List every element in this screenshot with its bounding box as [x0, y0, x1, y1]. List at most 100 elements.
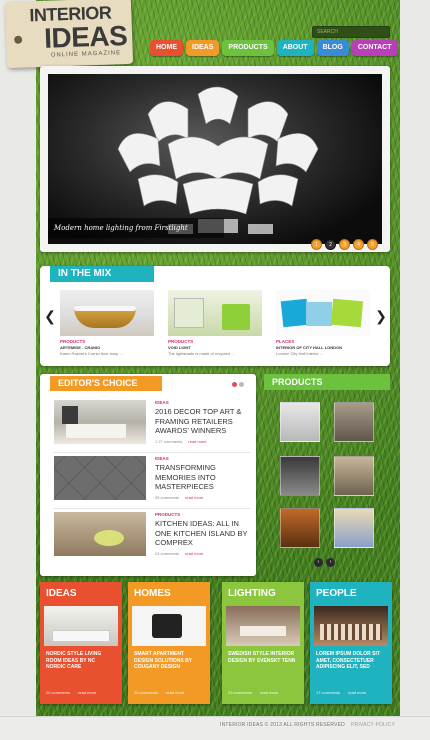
- hero-caption-text: Modern home lighting from Firstlight: [54, 224, 188, 232]
- card-text: SWEDISH STYLE INTERIOR DESIGN BY SVENSKT…: [228, 651, 296, 664]
- read-more-link[interactable]: read more: [185, 551, 203, 556]
- editors-item[interactable]: IDEAS TRANSFORMING MEMORIES INTO MASTERP…: [54, 456, 250, 506]
- editors-item-text: PRODUCTS KITCHEN IDEAS: ALL IN ONE KITCH…: [155, 512, 250, 556]
- main-nav: Home Ideas Products About Blog Contact: [150, 40, 398, 58]
- editors-item-title[interactable]: TRANSFORMING MEMORIES INTO MASTERPIECES: [155, 463, 250, 492]
- read-more-link[interactable]: read more: [185, 495, 203, 500]
- hero-caption: Modern home lighting from Firstlight: [48, 218, 224, 238]
- hero-slider: Modern home lighting from Firstlight 1 2…: [40, 66, 390, 252]
- comments-count[interactable]: 1 27 comments: [155, 439, 182, 444]
- comments-count[interactable]: 23 comments: [228, 690, 252, 695]
- search-input[interactable]: SEARCH: [312, 26, 390, 38]
- read-more-link[interactable]: read more: [348, 690, 366, 695]
- product-tile[interactable]: [334, 508, 374, 548]
- comments-count[interactable]: 35 comments: [155, 495, 179, 500]
- card-text: NORDIC STYLE LIVING ROOM IDEAS BY NC NOR…: [46, 651, 102, 670]
- product-tile[interactable]: [280, 508, 320, 548]
- site-logo[interactable]: INTERIOR IDEAS ONLINE MAGAZINE: [4, 0, 134, 69]
- mix-prev-arrow-icon[interactable]: ❮: [43, 309, 57, 323]
- footer: [0, 716, 430, 740]
- nav-home[interactable]: Home: [150, 40, 183, 56]
- read-more-link[interactable]: read more: [78, 690, 96, 695]
- kitchen-image: [54, 512, 146, 556]
- green-room-image: [168, 290, 262, 336]
- search-placeholder: SEARCH: [317, 29, 338, 35]
- bathtub-image: [60, 290, 154, 336]
- editors-item-title[interactable]: 2016 DECOR TOP ART & FRAMING RETAILERS A…: [155, 407, 250, 436]
- editors-item-text: IDEAS 2016 DECOR TOP ART & FRAMING RETAI…: [155, 400, 250, 444]
- pillows-image: [276, 290, 370, 336]
- slider-dot-2[interactable]: 2: [325, 239, 336, 250]
- read-more-link[interactable]: read more: [260, 690, 278, 695]
- editors-choice-title: EDITOR'S CHOICE: [50, 376, 162, 391]
- editors-item-text: IDEAS TRANSFORMING MEMORIES INTO MASTERP…: [155, 456, 250, 500]
- editors-item-category: IDEAS: [155, 400, 169, 405]
- nav-products[interactable]: Products: [222, 40, 274, 56]
- card-title: PEOPLE: [316, 588, 357, 599]
- mix-item-subtitle: ARTEMIDE - CRANIO: [60, 345, 101, 350]
- divider: [54, 508, 250, 509]
- product-tile[interactable]: [280, 456, 320, 496]
- slider-dot-1[interactable]: 1: [311, 239, 322, 250]
- mix-item[interactable]: PLACES INTERIOR OF CITY HALL LONDON Lond…: [276, 290, 370, 356]
- card-people[interactable]: PEOPLE LOREM IPSUM DOLOR SIT AMET, CONSE…: [310, 582, 392, 704]
- mix-item-desc: Karim Rashid's Cranio floor lamp ...: [60, 351, 123, 356]
- card-title: LIGHTING: [228, 588, 276, 599]
- mix-item-subtitle: INTERIOR OF CITY HALL LONDON: [276, 345, 343, 350]
- products-prev-icon[interactable]: ‹: [314, 558, 323, 567]
- mix-item[interactable]: PRODUCTS VOID LIGHT The lightshade is ma…: [168, 290, 262, 356]
- nav-blog[interactable]: Blog: [316, 40, 349, 56]
- bedroom-image: [54, 400, 146, 444]
- logo-tagline: ONLINE MAGAZINE: [50, 50, 122, 59]
- product-tile[interactable]: [334, 402, 374, 442]
- comments-count[interactable]: 24 comments: [155, 551, 179, 556]
- editors-dot-1[interactable]: [232, 382, 237, 387]
- comments-count[interactable]: 20 comments: [134, 690, 158, 695]
- slider-dot-5[interactable]: 5: [367, 239, 378, 250]
- mix-item-subtitle: VOID LIGHT: [168, 345, 191, 350]
- nav-contact[interactable]: Contact: [351, 40, 398, 56]
- copyright: INTERIOR IDEAS © 2013 ALL RIGHTS RESERVE…: [220, 722, 345, 728]
- tag-hole: [14, 35, 23, 44]
- living-room-image: [44, 606, 118, 646]
- mix-item-category: PLACES: [276, 339, 295, 344]
- editors-item-meta: 35 comments read more: [155, 495, 250, 500]
- read-more-link[interactable]: read more: [166, 690, 184, 695]
- mix-item-desc: The lightshade is made of recycled ...: [168, 351, 235, 356]
- editors-item-meta: 1 27 comments read more: [155, 439, 250, 444]
- card-meta: 20 comments read more: [40, 690, 122, 695]
- mix-item-category: PRODUCTS: [60, 339, 86, 344]
- mix-next-arrow-icon[interactable]: ❯: [374, 309, 388, 323]
- card-homes[interactable]: HOMES SMART APARTMENT DESIGN SOLUTIONS B…: [128, 582, 210, 704]
- dining-room-image: [226, 606, 300, 646]
- card-title: IDEAS: [46, 588, 77, 599]
- editors-item-title[interactable]: KITCHEN IDEAS: ALL IN ONE KITCHEN ISLAND…: [155, 519, 250, 548]
- comments-count[interactable]: 20 comments: [46, 690, 70, 695]
- card-lighting[interactable]: LIGHTING SWEDISH STYLE INTERIOR DESIGN B…: [222, 582, 304, 704]
- editors-pagination: [232, 382, 244, 387]
- slider-dot-4[interactable]: 4: [353, 239, 364, 250]
- comments-count[interactable]: 17 comments: [316, 690, 340, 695]
- privacy-link[interactable]: PRIVACY POLICY: [351, 722, 395, 728]
- divider: [54, 452, 250, 453]
- editors-item[interactable]: IDEAS 2016 DECOR TOP ART & FRAMING RETAI…: [54, 400, 250, 450]
- product-tile[interactable]: [280, 402, 320, 442]
- nav-ideas[interactable]: Ideas: [186, 40, 220, 56]
- products-title: PRODUCTS: [264, 374, 390, 390]
- hero-image[interactable]: Modern home lighting from Firstlight: [48, 74, 382, 244]
- products-next-icon[interactable]: ›: [326, 558, 335, 567]
- mix-item-category: PRODUCTS: [168, 339, 194, 344]
- mix-item[interactable]: PRODUCTS ARTEMIDE - CRANIO Karim Rashid'…: [60, 290, 154, 356]
- nav-about[interactable]: About: [276, 40, 314, 56]
- editors-item-meta: 24 comments read more: [155, 551, 250, 556]
- tiles-image: [54, 456, 146, 500]
- in-the-mix-title: IN THE MIX: [50, 266, 154, 282]
- card-ideas[interactable]: IDEAS NORDIC STYLE LIVING ROOM IDEAS BY …: [40, 582, 122, 704]
- editors-item[interactable]: PRODUCTS KITCHEN IDEAS: ALL IN ONE KITCH…: [54, 512, 250, 562]
- slider-dot-3[interactable]: 3: [339, 239, 350, 250]
- footer-text: INTERIOR IDEAS © 2013 ALL RIGHTS RESERVE…: [220, 722, 395, 728]
- read-more-link[interactable]: read more: [188, 439, 206, 444]
- card-meta: 23 comments read more: [222, 690, 304, 695]
- product-tile[interactable]: [334, 456, 374, 496]
- editors-dot-2[interactable]: [239, 382, 244, 387]
